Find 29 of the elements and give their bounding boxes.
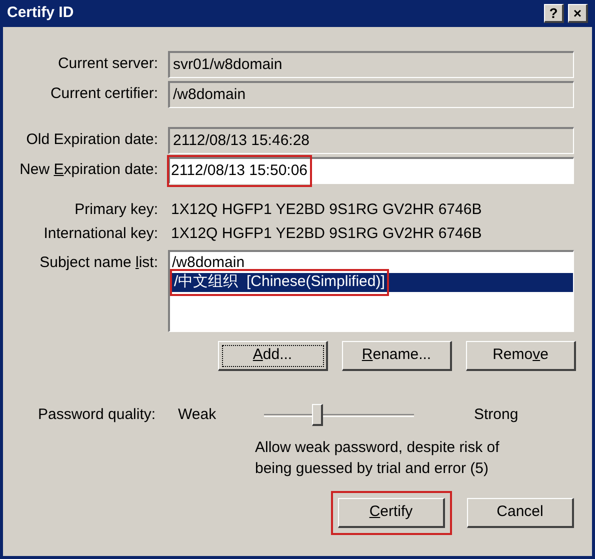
list-label: Subject name list: [40,254,158,271]
key-label: International key: [44,224,158,242]
key-label: Primary key: [74,200,158,218]
password-quality-label: Password quality: [38,404,157,425]
field-label: Current certifier: [50,85,158,102]
text-field[interactable]: 2112/08/13 15:50:06 [168,157,574,184]
dialog-button[interactable]: Certify [338,498,445,528]
list-item[interactable]: /w8domain [170,254,573,273]
text-field[interactable]: /w8domain [168,81,574,108]
list-button[interactable]: Remove [466,341,576,371]
field-label: Current server: [58,55,158,72]
dialog-button[interactable]: Cancel [467,498,574,528]
list-button[interactable]: Add... [218,341,328,371]
strong-label: Strong [474,404,518,425]
subject-name-list[interactable]: /w8domain /中文组织 [Chinese(Simplified)] [168,250,574,332]
help-button[interactable]: ? [544,4,564,23]
password-quality-slider[interactable] [264,402,414,428]
weak-password-note: Allow weak password, despite risk of being guessed by trial and error (5) [255,439,500,477]
key-value: 1X12Q HGFP1 YE2BD 9S1RG GV2HR 6746B [171,200,482,220]
field-label: New Expiration date: [20,161,158,178]
key-value: 1X12Q HGFP1 YE2BD 9S1RG GV2HR 6746B [171,224,482,244]
close-button[interactable]: × [568,4,588,23]
field-label: Old Expiration date: [26,131,158,148]
text-field[interactable]: svr01/w8domain [168,51,574,78]
window-title: Certify ID [7,3,75,24]
list-button[interactable]: Rename... [342,341,452,371]
slider-thumb[interactable] [312,404,322,426]
weak-label: Weak [178,404,218,425]
text-field[interactable]: 2112/08/13 15:46:28 [168,127,574,154]
